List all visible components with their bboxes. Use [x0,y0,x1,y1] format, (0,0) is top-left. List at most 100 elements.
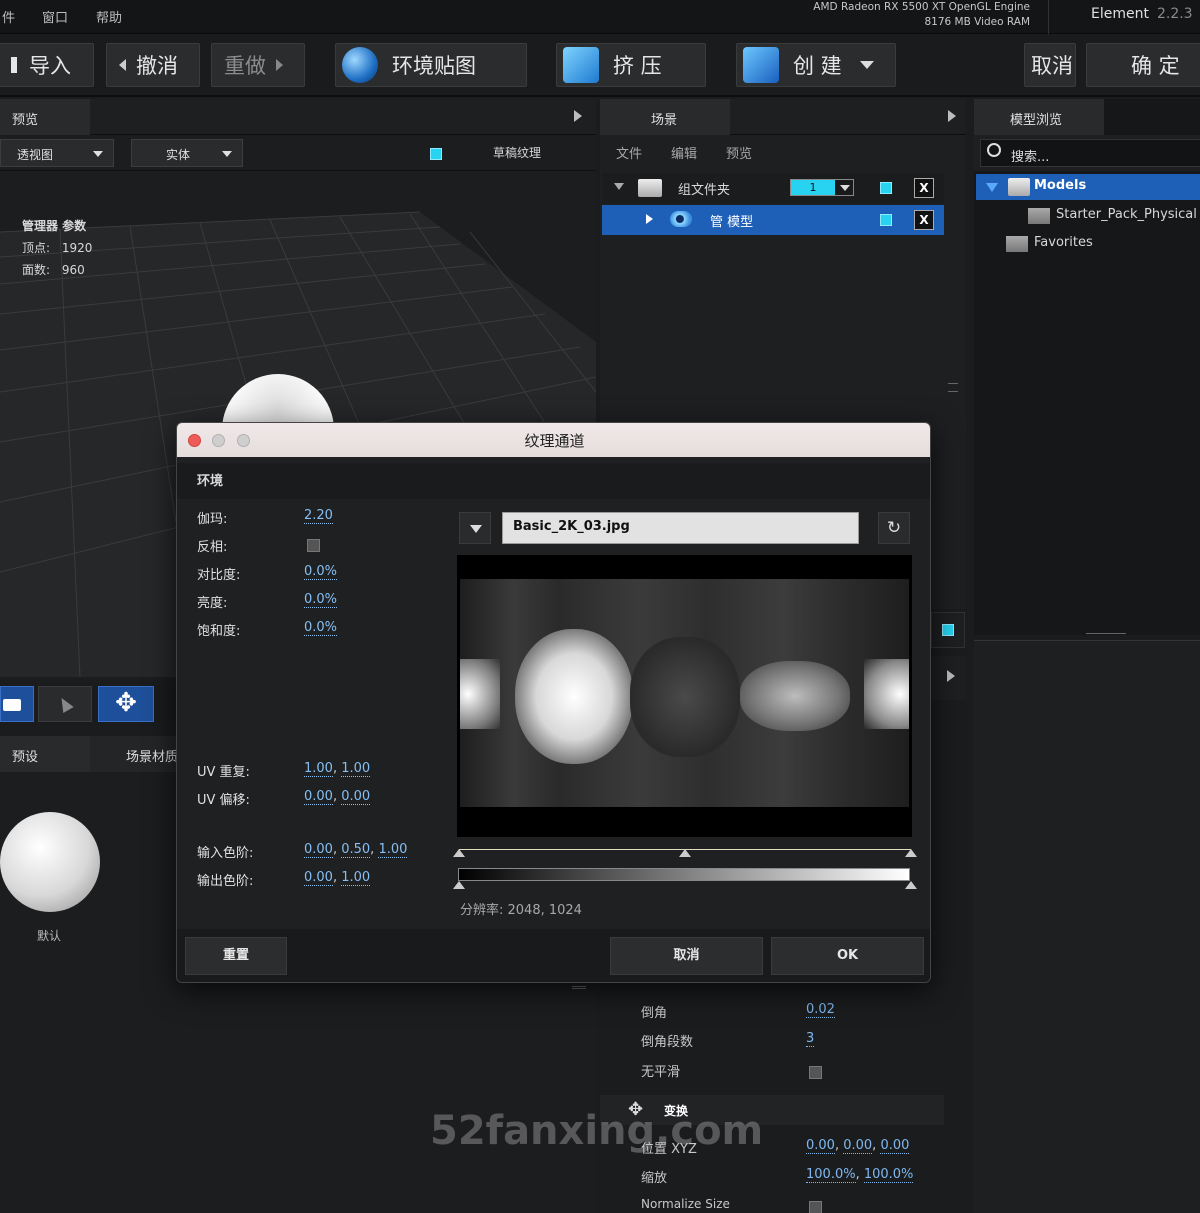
import-button[interactable]: 导入 [0,43,94,87]
menu-help[interactable]: 帮助 [96,7,122,26]
refresh-icon: ↻ [886,518,902,538]
texture-file-field[interactable]: Basic_2K_03.jpg [502,512,859,544]
faces-value: 960 [61,263,85,277]
normalize-size-checkbox[interactable] [809,1201,822,1213]
invert-checkbox[interactable] [307,539,320,552]
menu-file[interactable]: 件 [2,7,15,26]
scale-x[interactable]: 100.0% [806,1167,856,1183]
redo-button[interactable]: 重做 [211,43,305,87]
material-sphere[interactable] [0,812,100,912]
cancel-button[interactable]: 取消 [1024,43,1076,87]
chevron-right-icon[interactable] [646,214,653,224]
expand-arrow-icon[interactable] [574,110,582,122]
output-high-handle[interactable] [905,881,917,889]
props-expand[interactable] [931,656,966,700]
dialog-ok-button[interactable]: OK [771,937,924,975]
scene-menu-preview[interactable]: 预览 [726,143,752,162]
position-x[interactable]: 0.00 [806,1138,835,1154]
scale-y[interactable]: 100.0% [863,1167,914,1183]
file-dropdown-button[interactable] [459,512,491,544]
saturation-value[interactable]: 0.0% [304,620,338,636]
confirm-button[interactable]: 确 定 [1086,43,1200,87]
move-tool-button[interactable]: ✥ [98,686,154,722]
bevel-segments-value[interactable]: 3 [806,1031,815,1047]
no-smooth-checkbox[interactable] [809,1066,822,1079]
view-mode-dropdown[interactable]: 透视图 [0,139,114,167]
uv-offset-v[interactable]: 0.00 [341,789,371,805]
undo-button[interactable]: 撤消 [106,43,200,87]
tab-scene[interactable]: 场景 [600,99,730,135]
input-high-handle[interactable] [905,849,917,857]
group-visible-checkbox[interactable] [880,182,892,194]
uv-repeat-u[interactable]: 1.00 [304,761,333,777]
model-row[interactable]: 管 模型 X [602,205,944,235]
bevel-segments-label: 倒角段数 [641,1035,694,1050]
chevron-down-icon [93,151,103,157]
material-label: 默认 [37,929,62,943]
tab-presets[interactable]: 预设 [0,736,90,772]
input-levels-values: 0.00, 0.50, 1.00 [304,842,408,858]
import-icon [11,57,17,73]
browser-root-row[interactable]: Models [976,174,1200,200]
view-mode-label: 透视图 [17,148,54,162]
select-tool-button[interactable] [38,686,92,722]
chevron-down-icon[interactable] [614,183,624,190]
zoom-window-button[interactable] [237,434,250,447]
input-level-high[interactable]: 1.00 [378,842,408,858]
browser-root-label: Models [1034,178,1087,193]
tab-preview[interactable]: 预览 [0,99,90,135]
position-y[interactable]: 0.00 [843,1138,873,1154]
uv-repeat-v[interactable]: 1.00 [341,761,371,777]
extrude-button[interactable]: 挤 压 [556,43,706,87]
undo-label: 撤消 [136,54,178,78]
side-toggle-checkbox[interactable] [942,624,954,636]
group-count-field[interactable]: 1 [790,179,854,196]
output-levels-gradient[interactable] [458,868,910,881]
expand-arrow-icon[interactable] [947,670,955,682]
output-low-handle[interactable] [453,881,465,889]
normalize-size-label: Normalize Size [641,1197,730,1211]
position-z[interactable]: 0.00 [880,1138,910,1154]
refresh-button[interactable]: ↻ [878,512,910,544]
group-close-button[interactable]: X [914,178,934,198]
group-folder-row[interactable]: 组文件夹 1 X [602,173,944,203]
uv-offset-u[interactable]: 0.00 [304,789,333,805]
input-level-mid[interactable]: 0.50 [341,842,371,858]
output-level-low[interactable]: 0.00 [304,870,333,886]
output-level-high[interactable]: 1.00 [341,870,371,886]
chevron-down-icon[interactable] [986,183,998,192]
search-input[interactable]: 搜索... [980,139,1200,167]
scene-menu-file[interactable]: 文件 [616,143,642,162]
side-toggle[interactable] [931,612,965,648]
splitter-handle[interactable] [948,383,958,392]
scene-menu-edit[interactable]: 编辑 [671,143,697,162]
tab-scene-materials[interactable]: 场景材质 [90,736,180,772]
browser-favorites-row[interactable]: Favorites [1006,233,1186,257]
bevel-value[interactable]: 0.02 [806,1002,835,1018]
expand-arrow-icon[interactable] [948,110,956,122]
browser-child-row[interactable]: Starter_Pack_Physical ( [1028,205,1200,229]
model-close-button[interactable]: X [914,210,934,230]
gamma-value[interactable]: 2.20 [304,508,333,524]
texture-channel-dialog: 纹理通道 环境 伽玛: 2.20 反相: 对比度: 0.0% 亮度: 0.0% … [176,422,931,983]
input-low-handle[interactable] [453,849,465,857]
input-mid-handle[interactable] [679,849,691,857]
shading-dropdown[interactable]: 实体 [131,139,243,167]
menu-window[interactable]: 窗口 [42,7,68,26]
close-window-button[interactable] [188,434,201,447]
splitter-handle[interactable] [1086,633,1126,634]
camera-tool-button[interactable] [0,686,34,722]
model-visible-checkbox[interactable] [880,214,892,226]
draft-texture-checkbox[interactable] [430,148,442,160]
reset-button[interactable]: 重置 [185,937,287,975]
env-map-button[interactable]: 环境贴图 [335,43,527,87]
tab-model-browser[interactable]: 模型浏览 [974,99,1104,135]
minimize-window-button[interactable] [212,434,225,447]
dialog-cancel-button[interactable]: 取消 [610,937,763,975]
brightness-value[interactable]: 0.0% [304,592,338,608]
cursor-icon [56,694,74,714]
contrast-value[interactable]: 0.0% [304,564,338,580]
create-button[interactable]: 创 建 [736,43,896,87]
splitter-handle[interactable] [572,986,586,989]
input-level-low[interactable]: 0.00 [304,842,333,858]
